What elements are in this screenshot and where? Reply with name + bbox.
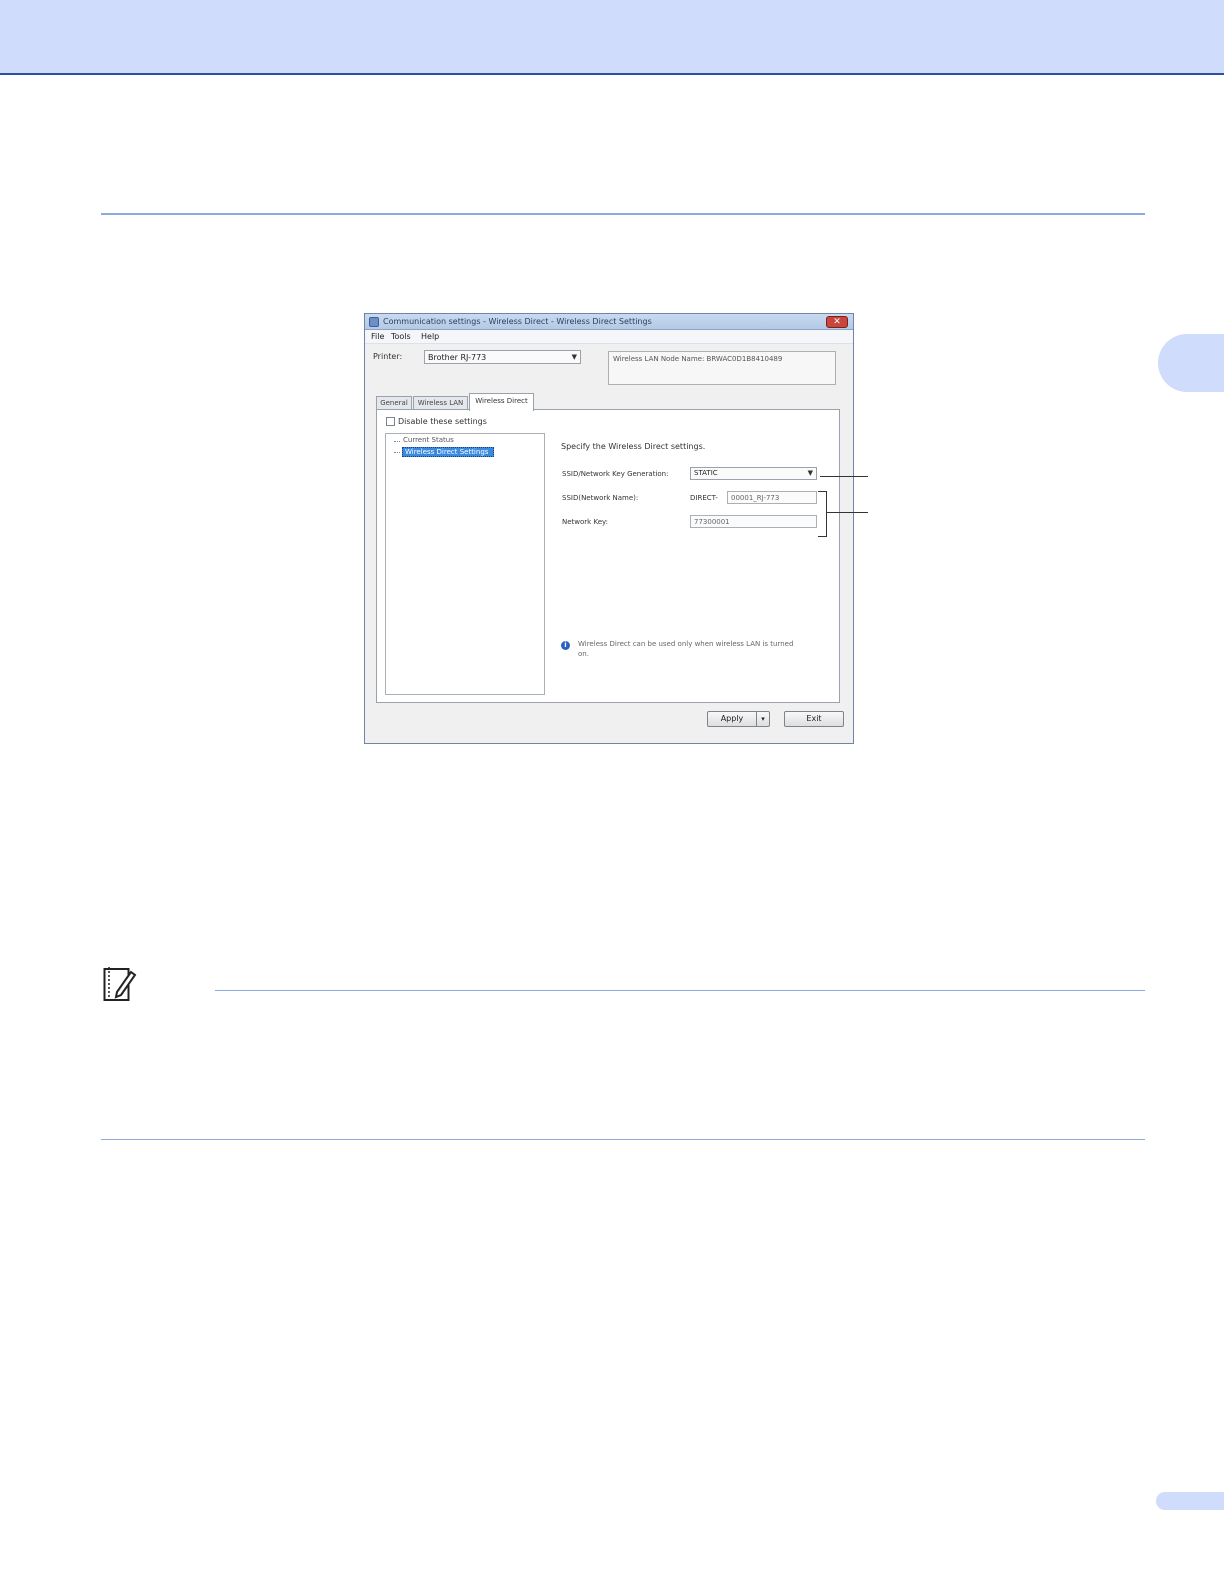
printer-label: Printer: [373, 352, 403, 361]
menu-file[interactable]: File [371, 332, 384, 341]
node-name-text: Wireless LAN Node Name: BRWAC0D1B8410489 [613, 355, 783, 363]
app-icon [369, 317, 379, 327]
tree-item-current-status[interactable]: Current Status [403, 436, 454, 444]
note-rule [215, 990, 1145, 991]
network-key-value: 77300001 [694, 518, 730, 526]
ssid-value: 00001_RJ-773 [731, 494, 780, 502]
menu-tools[interactable]: Tools [391, 332, 411, 341]
tree-item-label: Wireless Direct Settings [405, 448, 489, 456]
exit-button[interactable]: Exit [784, 711, 844, 727]
tab-general[interactable]: General [376, 396, 412, 410]
callout-bracket-2 [818, 491, 827, 537]
apply-dropdown-button[interactable]: ▾ [756, 711, 770, 727]
page-number-tab [1156, 1492, 1224, 1510]
title-bar: Communication settings - Wireless Direct… [365, 314, 853, 330]
network-key-label: Network Key: [562, 518, 608, 526]
chapter-side-tab [1158, 334, 1224, 392]
section-rule-top [101, 213, 1145, 215]
menu-help[interactable]: Help [421, 332, 439, 341]
callout-line-2 [826, 512, 868, 513]
info-icon: i [561, 641, 570, 650]
tree-connector [394, 441, 400, 442]
chevron-down-icon: ▾ [761, 715, 765, 723]
ssid-label: SSID(Network Name): [562, 494, 639, 502]
node-name-box: Wireless LAN Node Name: BRWAC0D1B8410489 [608, 351, 836, 385]
tree-item-wireless-direct-settings[interactable]: Wireless Direct Settings [402, 447, 494, 457]
tree-connector [394, 452, 400, 453]
page-header-band [0, 0, 1224, 75]
callout-line-1 [820, 476, 868, 477]
tab-panel: Disable these settings Current Status Wi… [376, 409, 840, 703]
note-line-1: Wireless Direct can be used only when wi… [578, 640, 794, 648]
network-key-input[interactable]: 77300001 [690, 515, 817, 528]
window-title: Communication settings - Wireless Direct… [383, 317, 652, 326]
tab-wireless-lan[interactable]: Wireless LAN [413, 396, 468, 410]
close-button[interactable]: ✕ [826, 316, 848, 328]
printer-value: Brother RJ-773 [428, 353, 487, 362]
communication-settings-dialog: Communication settings - Wireless Direct… [364, 313, 854, 744]
disable-settings-label: Disable these settings [398, 417, 487, 426]
note-line-2: on. [578, 650, 589, 658]
info-icon-glyph: i [564, 641, 567, 649]
apply-button[interactable]: Apply [707, 711, 757, 727]
settings-tree: Current Status Wireless Direct Settings [385, 433, 545, 695]
menu-bar: File Tools Help [365, 330, 853, 344]
section-rule-bottom [101, 1139, 1145, 1140]
settings-heading: Specify the Wireless Direct settings. [561, 442, 706, 451]
ssid-generation-select[interactable]: STATIC ▼ [690, 467, 817, 480]
chevron-down-icon: ▼ [571, 353, 577, 361]
ssid-prefix: DIRECT- [690, 494, 718, 502]
printer-select[interactable]: Brother RJ-773 ▼ [424, 350, 581, 364]
ssid-generation-label: SSID/Network Key Generation: [562, 470, 669, 478]
note-pencil-icon [103, 967, 137, 1001]
ssid-generation-value: STATIC [694, 469, 718, 477]
close-icon: ✕ [833, 317, 841, 327]
disable-settings-checkbox[interactable] [386, 417, 395, 426]
ssid-input[interactable]: 00001_RJ-773 [727, 491, 817, 504]
chevron-down-icon: ▼ [807, 469, 813, 477]
tab-wireless-direct[interactable]: Wireless Direct [469, 393, 534, 411]
